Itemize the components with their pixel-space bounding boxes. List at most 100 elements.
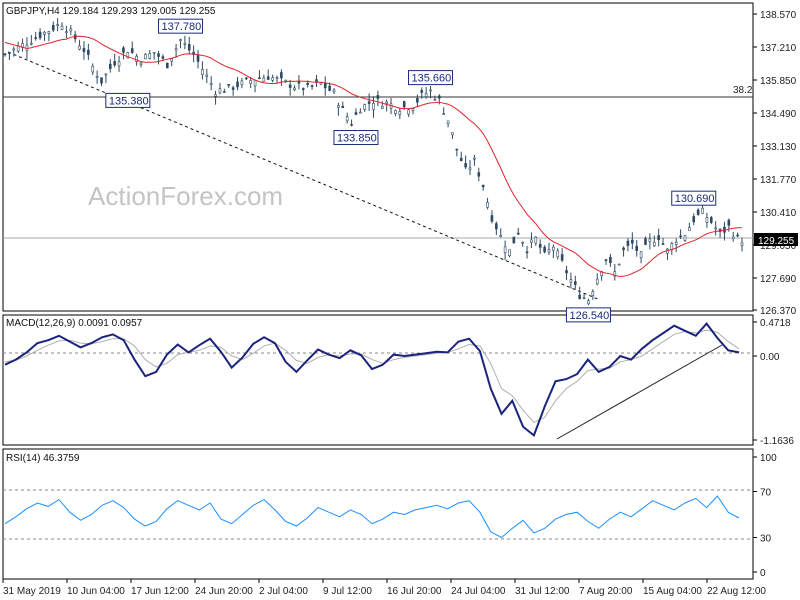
candle-body [297,81,301,84]
candle-body [60,25,64,30]
candle-body [240,80,244,86]
candle-body [148,53,152,59]
rsi-tick-label: 70 [760,488,772,499]
candle-body [622,247,625,251]
candle-body [170,58,174,62]
candle-body [108,63,112,69]
candle-body [740,242,744,246]
chart-window: ActionForex.com 137.780 135.380 135.660 133… [0,0,800,600]
price-annotation: 130.690 [671,190,717,206]
rsi-tick-label: 100 [760,453,777,464]
price-annotation-label: 133.850 [337,133,377,145]
candle-body [139,62,143,66]
candle-body [157,53,160,57]
candle-body [578,294,581,299]
candle-body [187,44,191,51]
candle-body [565,270,568,274]
candle-body [122,47,125,53]
candle-body [249,80,252,84]
candle-body [223,91,226,93]
candle-body [323,82,327,89]
candle-body [473,157,476,160]
candle-body [130,48,134,53]
fib-level-label: 38.2 [733,85,753,96]
rsi-axis: 100 70 30 0 [753,453,777,579]
candle-body [573,281,577,285]
candle-body [398,111,402,115]
candle-body [661,243,665,245]
candle-body [310,85,314,87]
macd-tick-label: 0.4718 [760,318,791,329]
candle-body [350,124,353,126]
candle-body [209,83,213,85]
candle-body [82,48,86,52]
candle-body [144,54,147,60]
candle-body [604,259,608,261]
price-annotation-label: 135.380 [109,95,149,107]
candle-body [302,88,305,90]
macd-header: MACD(12,26,9) 0.0091 0.0957 [6,318,143,329]
candle-body [262,77,266,82]
candle-body [179,39,182,42]
candle-body [516,232,520,235]
candle-body [626,240,630,246]
candle-body [65,31,68,34]
candle-body [104,73,108,76]
price-annotation: 133.850 [333,130,379,146]
price-tick-label: 138.570 [760,10,797,21]
candle-body [380,106,384,109]
candle-body [547,249,551,253]
candle-body [266,76,270,80]
candle-body [345,116,349,122]
candle-body [525,251,529,254]
candle-body [359,111,362,114]
candle-body [328,85,331,91]
candle-body [363,104,367,110]
candle-body [91,65,95,73]
candle-body [258,77,261,79]
candle-body [639,251,643,259]
candle-body [683,235,687,241]
time-tick-label: 10 Jun 04:00 [67,586,125,597]
candle-body [587,300,590,305]
candle-body [385,101,388,104]
candle-body [701,207,704,214]
candle-body [459,157,463,161]
candle-body [731,236,735,240]
candle-body [280,72,283,79]
candle-body [648,238,652,242]
rsi-tick-label: 30 [760,534,772,545]
candle-body [51,25,55,31]
candle-body [56,24,59,27]
candle-body [214,94,217,97]
price-tick-label: 131.770 [760,175,797,186]
candle-body [442,113,445,115]
rsi-panel [2,448,754,580]
candle-body [34,37,38,39]
candle-body [394,110,397,114]
candle-body [135,55,138,62]
candle-body [271,77,274,81]
candle-body [688,227,691,231]
macd-axis: 0.4718 0.00 -1.1636 [753,318,794,447]
candle-body [43,31,46,35]
candle-body [495,223,498,230]
candle-body [30,42,33,45]
candle-body [183,43,187,45]
candle-body [503,246,507,254]
candle-body [95,76,99,78]
price-tick-label: 135.850 [760,76,797,87]
rsi-tick-label: 0 [760,568,766,579]
time-tick-label: 16 Jul 20:00 [387,586,442,597]
candle-body [552,246,555,251]
macd-panel [2,314,754,446]
time-tick-label: 9 Jul 12:00 [323,586,372,597]
current-price-label: 129.255 [758,236,795,247]
candle-body [337,105,340,108]
candle-body [420,90,424,93]
candle-body [595,278,599,285]
price-tick-label: 130.410 [760,208,797,219]
candle-body [341,105,345,108]
candle-body [218,88,222,94]
time-tick-label: 31 May 2019 [3,586,61,597]
